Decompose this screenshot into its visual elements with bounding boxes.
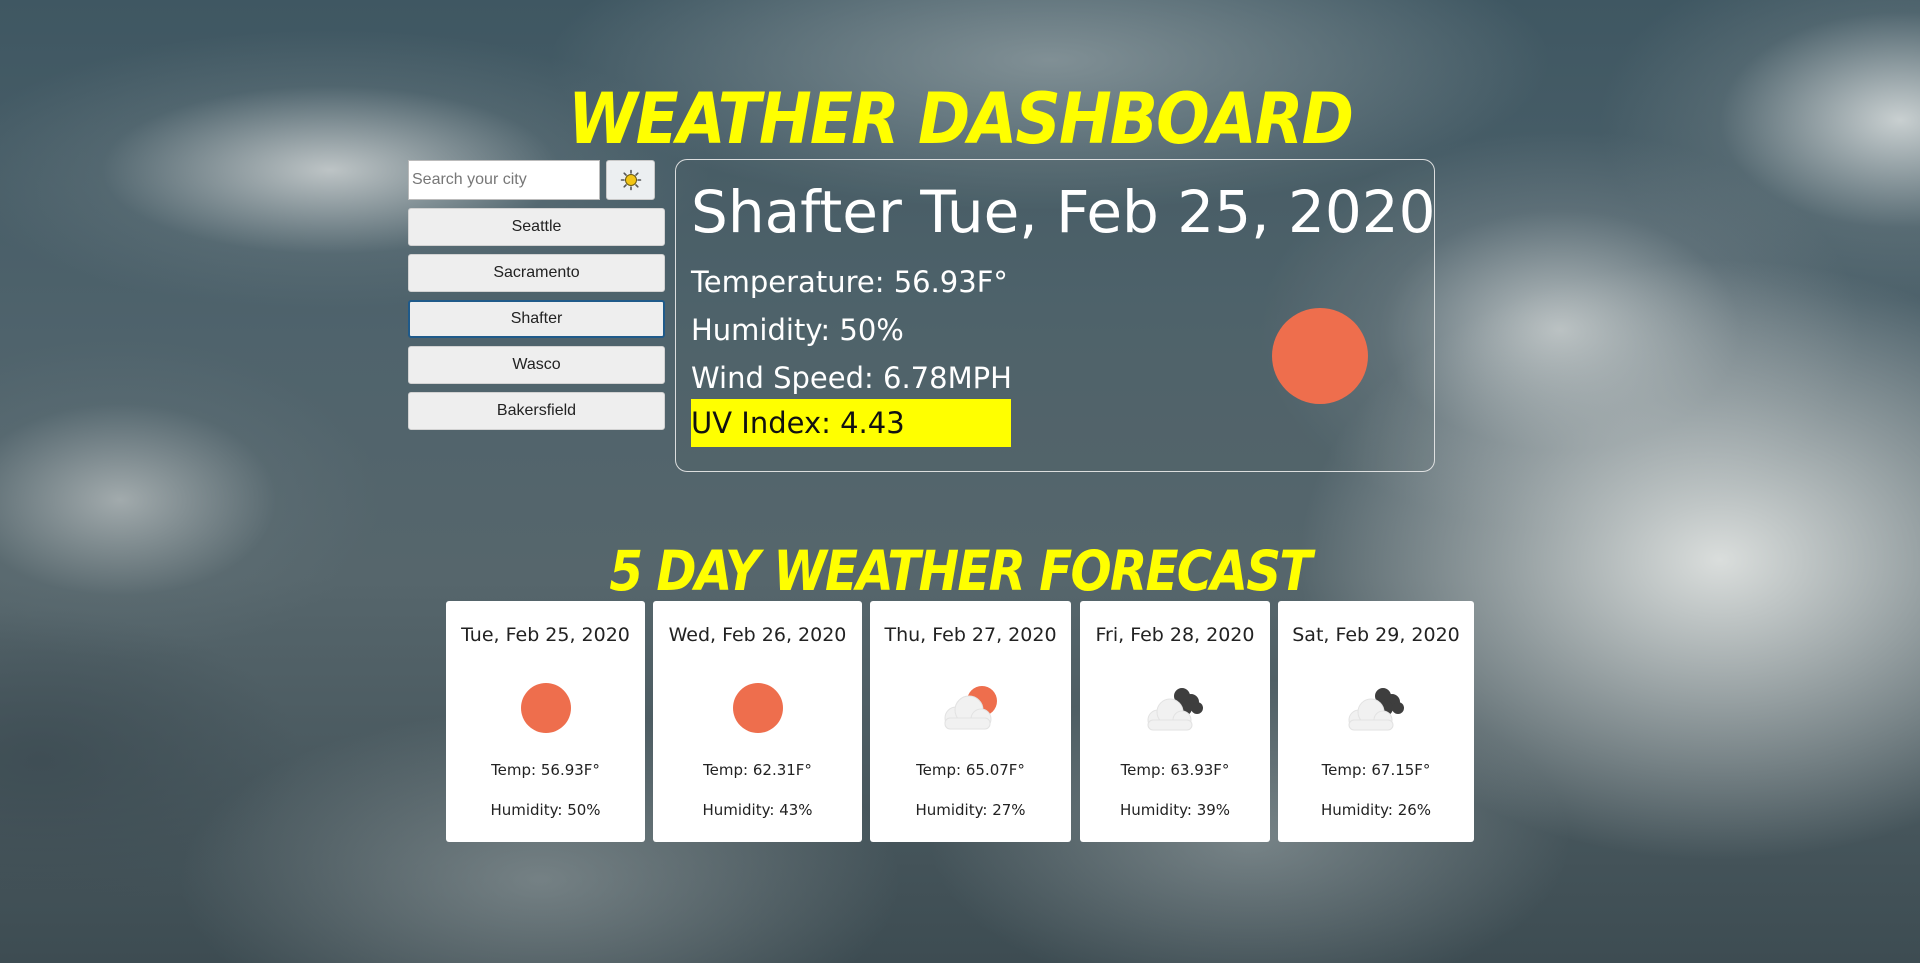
forecast-card: Thu, Feb 27, 2020 Temp: 65.07F° Humidity…	[870, 601, 1071, 842]
forecast-date: Wed, Feb 26, 2020	[668, 624, 847, 646]
forecast-humidity: Humidity: 27%	[915, 801, 1026, 819]
forecast-humidity: Humidity: 50%	[490, 801, 601, 819]
broken-clouds-icon	[1348, 688, 1404, 731]
city-button-shafter[interactable]: Shafter	[408, 300, 665, 338]
forecast-temp: Temp: 65.07F°	[916, 761, 1025, 779]
partly-cloudy-icon	[944, 686, 997, 730]
current-temperature: Temperature: 56.93F°	[691, 265, 1008, 299]
forecast-temp: Temp: 62.31F°	[703, 761, 812, 779]
city-search-input[interactable]	[408, 160, 600, 200]
sun-icon	[732, 683, 783, 733]
city-sidebar: Seattle Sacramento Shafter Wasco Bakersf…	[408, 160, 665, 430]
city-button-seattle[interactable]: Seattle	[408, 208, 665, 246]
search-row	[408, 160, 665, 200]
current-humidity: Humidity: 50%	[691, 313, 904, 347]
forecast-temp: Temp: 63.93F°	[1120, 761, 1230, 779]
current-city-date: Shafter Tue, Feb 25, 2020	[691, 178, 1436, 246]
current-wind-speed: Wind Speed: 6.78MPH	[691, 361, 1012, 395]
forecast-temp: Temp: 67.15F°	[1321, 761, 1431, 779]
city-button-bakersfield[interactable]: Bakersfield	[408, 392, 665, 430]
city-button-wasco[interactable]: Wasco	[408, 346, 665, 384]
forecast-date: Sat, Feb 29, 2020	[1292, 624, 1460, 646]
page-title: WEATHER DASHBOARD	[567, 77, 1354, 160]
broken-clouds-icon	[1147, 688, 1203, 731]
forecast-temp: Temp: 56.93F°	[491, 761, 600, 779]
forecast-card: Wed, Feb 26, 2020 Temp: 62.31F° Humidity…	[653, 601, 862, 842]
sun-icon	[520, 683, 571, 733]
forecast-card: Fri, Feb 28, 2020 Temp: 63.93F° Humidity…	[1080, 601, 1270, 842]
sun-icon	[1272, 308, 1368, 404]
forecast-humidity: Humidity: 39%	[1119, 801, 1231, 819]
forecast-date: Thu, Feb 27, 2020	[884, 624, 1057, 646]
current-weather-panel: Shafter Tue, Feb 25, 2020 Temperature: 5…	[675, 159, 1436, 472]
forecast-card: Sat, Feb 29, 2020 Temp: 67.15F° Humidity…	[1278, 601, 1474, 842]
forecast-card: Tue, Feb 25, 2020 Temp: 56.93F° Humidity…	[446, 601, 645, 842]
current-uv-index: UV Index: 4.43	[691, 399, 1011, 447]
city-button-sacramento[interactable]: Sacramento	[408, 254, 665, 292]
forecast-date: Tue, Feb 25, 2020	[461, 624, 630, 646]
sun-icon	[620, 169, 641, 191]
forecast-date: Fri, Feb 28, 2020	[1095, 624, 1255, 646]
forecast-humidity: Humidity: 43%	[702, 801, 813, 819]
forecast-humidity: Humidity: 26%	[1320, 801, 1432, 819]
search-button[interactable]	[606, 160, 655, 200]
